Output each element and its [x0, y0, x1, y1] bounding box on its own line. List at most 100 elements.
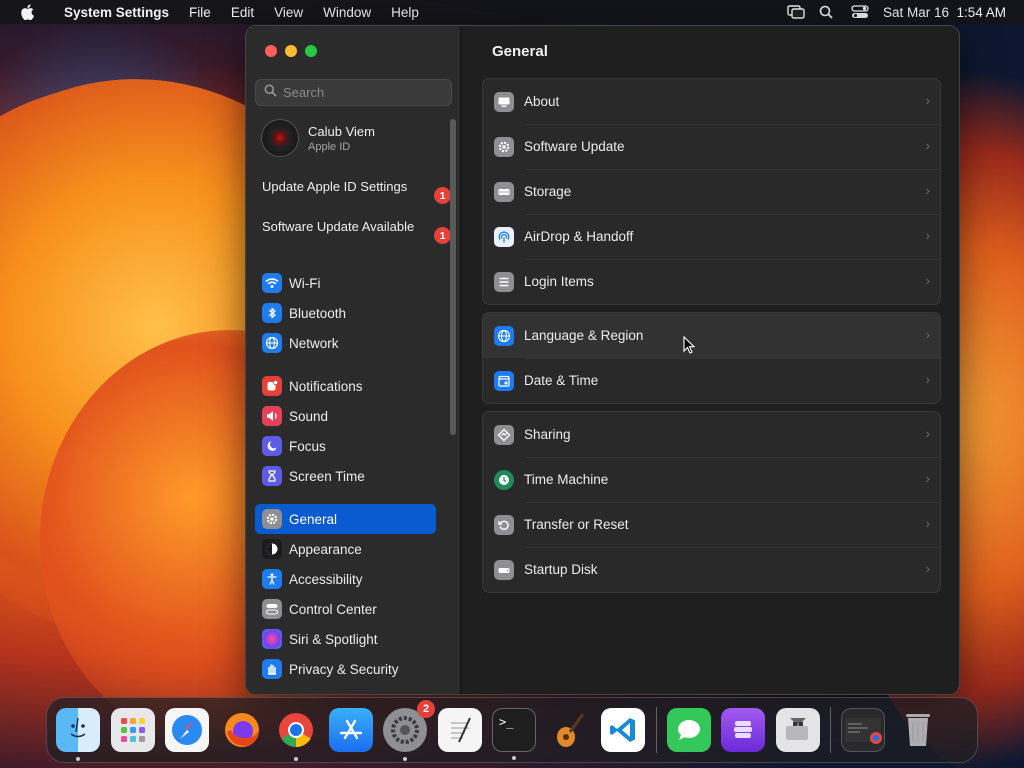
sidebar-item-bluetooth[interactable]: Bluetooth: [255, 298, 436, 328]
bluetooth-icon: [262, 303, 282, 323]
sidebar-item-control-center[interactable]: Control Center: [255, 594, 436, 624]
row-label: Software Update: [524, 139, 625, 154]
row-sharing[interactable]: Sharing ›: [483, 412, 940, 457]
sidebar-item-focus[interactable]: Focus: [255, 431, 436, 461]
notice-label: Software Update Available: [262, 219, 415, 234]
textedit-icon[interactable]: [437, 708, 482, 752]
notice-update-apple-id[interactable]: Update Apple ID Settings 1: [262, 179, 451, 204]
spotlight-search-icon[interactable]: [819, 5, 837, 19]
settings-group-device: About › Software Update › Storage › AirD…: [482, 78, 941, 305]
row-transfer-reset[interactable]: Transfer or Reset ›: [483, 502, 940, 547]
menu-window[interactable]: Window: [313, 5, 381, 20]
row-time-machine[interactable]: Time Machine ›: [483, 457, 940, 502]
control-center-icon: [262, 599, 282, 619]
mouse-cursor-icon: [683, 336, 695, 354]
running-indicator: [512, 756, 516, 760]
list-icon: [494, 271, 514, 292]
control-center-icon[interactable]: [851, 5, 869, 19]
row-date-time[interactable]: Date & Time ›: [483, 358, 940, 403]
row-about[interactable]: About ›: [483, 79, 940, 124]
row-label: Transfer or Reset: [524, 517, 629, 532]
notice-software-update[interactable]: Software Update Available 1: [262, 219, 451, 244]
sidebar-item-privacy-security[interactable]: Privacy & Security: [255, 654, 436, 684]
garageband-icon[interactable]: [547, 708, 591, 752]
notice-badge: 1: [434, 227, 451, 244]
menu-app-name[interactable]: System Settings: [54, 5, 179, 20]
chevron-right-icon: ›: [925, 138, 930, 153]
storage-icon: [494, 181, 514, 202]
sidebar-item-siri-spotlight[interactable]: Siri & Spotlight: [255, 624, 436, 654]
row-label: Storage: [524, 184, 572, 199]
row-airdrop-handoff[interactable]: AirDrop & Handoff ›: [483, 214, 940, 259]
close-button[interactable]: [265, 45, 277, 57]
sidebar-item-appearance[interactable]: Appearance: [255, 534, 436, 564]
safari-icon[interactable]: [165, 708, 209, 752]
search-field[interactable]: [255, 79, 452, 106]
chevron-right-icon: ›: [925, 93, 930, 108]
accessibility-icon: [262, 569, 282, 589]
row-language-region[interactable]: Language & Region ›: [483, 313, 940, 358]
sidebar-item-network[interactable]: Network: [255, 328, 436, 358]
chevron-right-icon: ›: [925, 426, 930, 441]
sidebar-item-label: Bluetooth: [289, 305, 347, 321]
sidebar: Calub Viem Apple ID Update Apple ID Sett…: [246, 26, 461, 694]
trash-icon[interactable]: [896, 708, 940, 752]
sidebar-item-label: Notifications: [289, 378, 363, 394]
sidebar-item-label: Sound: [289, 408, 329, 424]
notice-badge: 1: [434, 187, 451, 204]
notice-label: Update Apple ID Settings: [262, 179, 408, 194]
chrome-icon[interactable]: [274, 708, 318, 761]
screen-mirroring-icon[interactable]: [787, 5, 805, 19]
sidebar-scrollbar[interactable]: [450, 119, 456, 435]
chevron-right-icon: ›: [925, 273, 930, 288]
chevron-right-icon: ›: [925, 372, 930, 387]
sidebar-item-notifications[interactable]: Notifications: [255, 371, 436, 401]
row-label: About: [524, 94, 560, 109]
chevron-right-icon: ›: [925, 471, 930, 486]
row-software-update[interactable]: Software Update ›: [483, 124, 940, 169]
row-startup-disk[interactable]: Startup Disk ›: [483, 547, 940, 592]
launchpad-icon[interactable]: [110, 708, 155, 752]
menu-view[interactable]: View: [264, 5, 313, 20]
finder-icon[interactable]: [56, 708, 100, 761]
bell-icon: [262, 376, 282, 396]
sidebar-item-label: General: [289, 511, 338, 527]
menu-help[interactable]: Help: [381, 5, 429, 20]
app-store-icon[interactable]: [328, 708, 373, 752]
chevron-right-icon: ›: [925, 228, 930, 243]
bootcamp-icon[interactable]: [775, 708, 820, 752]
terminal-icon[interactable]: >_: [492, 708, 536, 760]
page-title: General: [492, 43, 548, 60]
sidebar-item-sound[interactable]: Sound: [255, 401, 436, 431]
sidebar-item-screen-time[interactable]: Screen Time: [255, 461, 436, 491]
zoom-button[interactable]: [305, 45, 317, 57]
firefox-icon[interactable]: [220, 708, 264, 752]
sidebar-item-accessibility[interactable]: Accessibility: [255, 564, 436, 594]
chevron-right-icon: ›: [925, 327, 930, 342]
sidebar-item-general[interactable]: General: [255, 504, 436, 534]
row-label: Sharing: [524, 427, 571, 442]
vscode-icon[interactable]: [601, 708, 645, 752]
chevron-right-icon: ›: [925, 561, 930, 576]
system-settings-icon[interactable]: 2: [383, 700, 435, 761]
messages-icon[interactable]: [666, 708, 711, 752]
globe-icon: [494, 325, 514, 346]
row-label: Login Items: [524, 274, 594, 289]
apple-id-account[interactable]: Calub Viem Apple ID: [261, 119, 375, 157]
row-storage[interactable]: Storage ›: [483, 169, 940, 214]
gear-icon: [494, 136, 514, 157]
menu-edit[interactable]: Edit: [221, 5, 264, 20]
chrome-window-icon[interactable]: [841, 708, 885, 752]
row-login-items[interactable]: Login Items ›: [483, 259, 940, 304]
chevron-right-icon: ›: [925, 183, 930, 198]
minimize-button[interactable]: [285, 45, 297, 57]
account-subtitle: Apple ID: [308, 140, 351, 153]
sidebar-item-wifi[interactable]: Wi-Fi: [255, 268, 436, 298]
apple-menu-icon[interactable]: [0, 4, 54, 20]
menu-clock[interactable]: Sat Mar 16 1:54 AM: [883, 5, 1006, 20]
search-input[interactable]: [283, 85, 443, 100]
airdrop-icon: [494, 226, 514, 247]
podcasts-icon[interactable]: [721, 708, 765, 752]
content-pane: General About › Software Update › Storag…: [461, 26, 959, 694]
menu-file[interactable]: File: [179, 5, 221, 20]
